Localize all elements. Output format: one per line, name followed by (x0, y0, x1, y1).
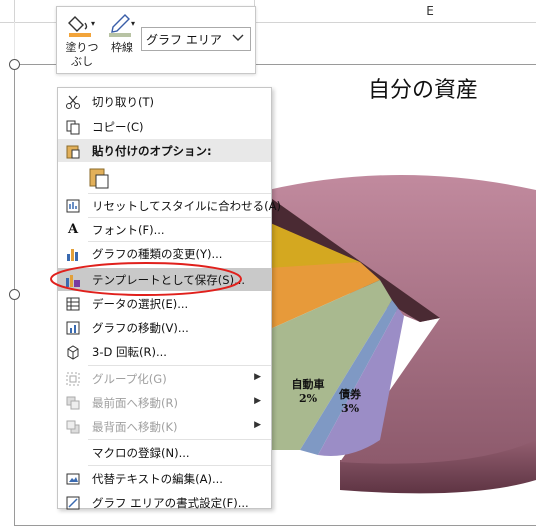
menu-item-font[interactable]: A フォント(F)... (58, 218, 271, 241)
menu-item-label: 最前面へ移動(R) (92, 396, 178, 410)
menu-item-move-chart[interactable]: グラフの移動(V)... (58, 316, 271, 339)
resize-handle-left[interactable] (9, 289, 20, 300)
menu-section-paste-options: 貼り付けのオプション: (58, 139, 271, 162)
outline-button[interactable]: ▾ 枠線 (101, 9, 143, 69)
menu-item-label: 最背面へ移動(K) (92, 420, 178, 434)
submenu-arrow-icon: ▶ (254, 372, 261, 382)
select-data-icon (65, 296, 81, 312)
menu-item-label: 3-D 回転(R)... (92, 345, 167, 359)
chart-element-value: グラフ エリア (146, 33, 222, 47)
submenu-arrow-icon: ▶ (254, 420, 261, 430)
menu-item-label: 代替テキストの編集(A)... (92, 472, 223, 486)
data-label-name: 自動車 (291, 378, 325, 391)
menu-item-label: コピー(C) (92, 120, 144, 134)
chart-element-select[interactable]: グラフ エリア (141, 27, 251, 51)
fill-button[interactable]: ▾ 塗りつ ぶし (61, 9, 103, 69)
data-label-value: 3% (340, 402, 360, 415)
context-menu: 切り取り(T) コピー(C) 貼り付けのオプション: リセットしてスタイルに合わ… (57, 87, 281, 510)
copy-icon (65, 119, 81, 135)
format-icon (65, 495, 81, 511)
menu-separator (88, 439, 271, 440)
menu-item-change-chart-type[interactable]: グラフの種類の変更(Y)... (58, 242, 271, 265)
data-label-name: 債券 (339, 388, 361, 401)
submenu-arrow-icon: ▶ (254, 396, 261, 406)
menu-item-edit-alt-text[interactable]: 代替テキストの編集(A)... (58, 467, 271, 490)
menu-item-label: グラフの移動(V)... (92, 321, 189, 335)
reset-style-icon (65, 198, 81, 214)
menu-item-assign-macro[interactable]: マクロの登録(N)... (58, 441, 271, 464)
menu-item-cut[interactable]: 切り取り(T) (58, 90, 271, 113)
menu-item-label: グループ化(G) (92, 372, 167, 386)
menu-item-reset-style[interactable]: リセットしてスタイルに合わせる(A) (58, 194, 281, 217)
menu-item-label: 切り取り(T) (92, 95, 154, 109)
save-template-icon (65, 272, 81, 288)
menu-item-label: リセットしてスタイルに合わせる(A) (92, 199, 281, 213)
menu-item-label: フォント(F)... (92, 223, 165, 237)
menu-item-select-data[interactable]: データの選択(E)... (58, 292, 271, 315)
scissors-icon (65, 94, 81, 110)
menu-item-copy[interactable]: コピー(C) (58, 115, 271, 138)
mini-toolbar: ▾ 塗りつ ぶし ▾ 枠線 グラフ エリア (56, 6, 256, 74)
bring-front-icon (65, 395, 81, 411)
menu-item-save-as-template[interactable]: テンプレートとして保存(S)... (58, 268, 271, 291)
menu-item-bring-to-front[interactable]: 最前面へ移動(R) ▶ (58, 391, 271, 414)
menu-section-label: 貼り付けのオプション: (92, 144, 212, 158)
menu-item-label: データの選択(E)... (92, 297, 189, 311)
menu-item-label: グラフの種類の変更(Y)... (92, 247, 223, 261)
paste-option-button[interactable] (88, 166, 112, 190)
fill-label-2: ぶし (71, 55, 93, 68)
chevron-down-icon: ▾ (131, 19, 136, 28)
group-icon (65, 371, 81, 387)
send-back-icon (65, 419, 81, 435)
data-label-bond[interactable]: 債券 3% (330, 386, 370, 415)
paste-icon (89, 168, 109, 189)
cube-icon (65, 344, 81, 360)
resize-handle-top-left[interactable] (9, 59, 20, 70)
move-chart-icon (65, 320, 81, 336)
menu-item-send-to-back[interactable]: 最背面へ移動(K) ▶ (58, 415, 271, 438)
data-label-value: 2% (298, 392, 318, 405)
menu-item-3d-rotation[interactable]: 3-D 回転(R)... (58, 340, 271, 363)
menu-item-format-chart-area[interactable]: グラフ エリアの書式設定(F)... (58, 491, 271, 514)
menu-item-label: マクロの登録(N)... (92, 446, 190, 460)
menu-separator (88, 365, 271, 366)
alt-text-icon (65, 471, 81, 487)
menu-separator (88, 465, 271, 466)
chart-title[interactable]: 自分の資産 (368, 72, 478, 104)
menu-item-label: テンプレートとして保存(S)... (92, 273, 246, 287)
chevron-down-icon: ▾ (91, 19, 96, 28)
menu-item-group[interactable]: グループ化(G) ▶ (58, 367, 271, 390)
bar-chart-icon (65, 246, 81, 262)
chevron-down-icon (232, 34, 244, 41)
fill-label-1: 塗りつ (65, 41, 99, 54)
outline-label: 枠線 (111, 41, 133, 54)
menu-item-label: グラフ エリアの書式設定(F)... (92, 496, 249, 510)
data-label-car[interactable]: 自動車 2% (284, 376, 332, 405)
clipboard-icon (65, 143, 81, 159)
font-icon: A (67, 222, 79, 237)
